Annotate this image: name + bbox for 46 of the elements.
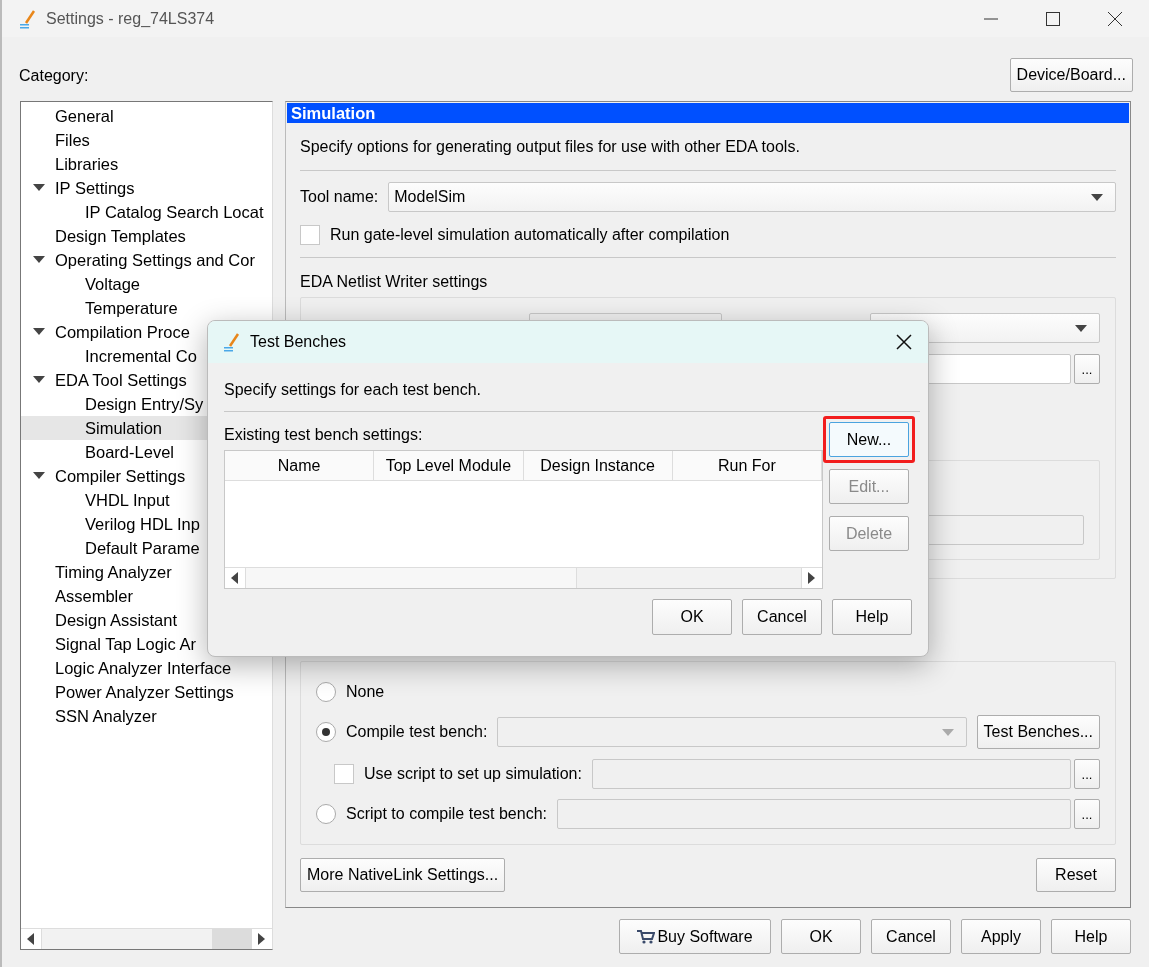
tree-item[interactable]: SSN Analyzer [21, 704, 272, 728]
tree-item[interactable]: Logic Analyzer Interface [21, 656, 272, 680]
tool-name-label: Tool name: [300, 188, 379, 206]
section-title: EDA Netlist Writer settings [300, 273, 489, 292]
device-board-button[interactable]: Device/Board... [1009, 58, 1133, 92]
option-label: Use script to set up simulation: [364, 765, 582, 783]
option-label: None [346, 683, 385, 701]
column-header[interactable]: Top Level Module [374, 451, 524, 480]
browse-button[interactable]: ... [1074, 759, 1100, 789]
dialog-button[interactable]: Apply [961, 919, 1041, 954]
side-button[interactable]: New... [829, 422, 909, 457]
column-header[interactable]: Design Instance [523, 451, 673, 480]
dialog-button[interactable]: Cancel [742, 599, 822, 635]
window-title: Settings - reg_74LS374 [46, 9, 215, 28]
tree-item[interactable]: General [21, 104, 272, 128]
dialog-button[interactable]: Cancel [871, 919, 951, 954]
tree-item[interactable]: Operating Settings and Cor [21, 248, 272, 272]
dialog-button[interactable]: OK [652, 599, 732, 635]
tree-item[interactable]: Design Templates [21, 224, 272, 248]
tool-name-dropdown[interactable]: ModelSim [388, 182, 1116, 212]
dialog-description: Specify settings for each test bench. [224, 381, 483, 400]
dialog-button[interactable]: Buy Software [619, 919, 771, 954]
column-header[interactable]: Name [225, 451, 375, 480]
more-settings-button[interactable]: More NativeLink Settings... [300, 858, 506, 892]
tree-item[interactable]: Temperature [21, 296, 272, 320]
tree-item[interactable]: IP Catalog Search Locat [21, 200, 272, 224]
category-label: Category: [19, 67, 89, 85]
browse-button[interactable]: ... [1074, 354, 1100, 384]
description-text: Specify options for generating output files for use with other EDA tools. [300, 138, 801, 157]
panel-header: Simulation [287, 103, 1129, 123]
option-label: Script to compile test bench: [346, 805, 547, 823]
checkbox-label: Run gate-level simulation automatically after compilation [330, 226, 730, 244]
tree-item[interactable]: Power Analyzer Settings [21, 680, 272, 704]
test-benches-button[interactable]: Test Benches... [976, 715, 1100, 749]
column-header[interactable]: Run For [672, 451, 822, 480]
dialog-button[interactable]: Help [832, 599, 912, 635]
tree-item[interactable]: Libraries [21, 152, 272, 176]
browse-button[interactable]: ... [1074, 799, 1100, 829]
dialog-button[interactable]: OK [781, 919, 861, 954]
dialog-title: Test Benches [250, 333, 347, 351]
option-label: Compile test bench: [346, 723, 488, 741]
tree-item[interactable]: Files [21, 128, 272, 152]
reset-button[interactable]: Reset [1036, 858, 1116, 892]
tree-item[interactable]: IP Settings [21, 176, 272, 200]
dialog-button[interactable]: Help [1051, 919, 1131, 954]
tree-item[interactable]: Voltage [21, 272, 272, 296]
